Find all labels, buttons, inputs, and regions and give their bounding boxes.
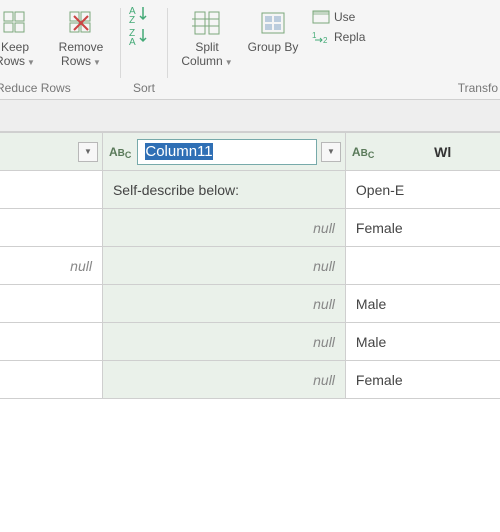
table-cell[interactable] <box>345 247 500 285</box>
table-cell[interactable]: null <box>102 285 345 323</box>
svg-text:2: 2 <box>323 36 328 44</box>
table-cell[interactable]: null <box>102 361 345 399</box>
small-button-stack: Use 12 Repla <box>308 4 369 50</box>
table-cell[interactable]: Female <box>345 361 500 399</box>
table-cell[interactable]: null <box>102 247 345 285</box>
ribbon-group-transform: Split Column▼ Group By Use 12 Repla Tran… <box>174 0 500 99</box>
table-cell[interactable]: Male <box>345 285 500 323</box>
table-cell[interactable] <box>0 323 102 361</box>
filter-button[interactable]: ▼ <box>321 142 341 162</box>
column-header[interactable]: ABC Wl <box>345 133 500 171</box>
sort-asc-button[interactable]: AZ <box>129 4 151 24</box>
filter-button[interactable]: ▼ <box>78 142 98 162</box>
column-rename-input[interactable] <box>142 142 312 161</box>
ribbon-group-sort: AZ ZA Sort <box>127 0 161 99</box>
table-cell[interactable] <box>0 285 102 323</box>
keep-rows-icon <box>2 6 28 40</box>
table-cell[interactable]: null <box>0 247 102 285</box>
table-cell[interactable]: null <box>102 323 345 361</box>
svg-text:A: A <box>129 37 136 46</box>
abc-type-icon: ABC <box>107 145 133 159</box>
group-label-sort: Sort <box>127 79 161 99</box>
abc-type-icon: ABC <box>350 145 376 159</box>
use-headers-icon <box>312 10 330 24</box>
table-cell[interactable]: Open-E <box>345 171 500 209</box>
table-area: ▼ ABC ▼ ABC Wl Self-describe below: <box>0 132 500 532</box>
formula-bar-area <box>0 100 500 132</box>
group-by-icon <box>258 6 288 40</box>
column-header-editing[interactable]: ABC ▼ <box>102 133 345 171</box>
sort-asc-icon: AZ <box>129 4 151 24</box>
split-column-icon <box>192 6 222 40</box>
split-column-button[interactable]: Split Column▼ <box>176 4 238 72</box>
remove-rows-button[interactable]: Remove Rows▼ <box>50 4 112 72</box>
svg-text:Z: Z <box>129 15 135 24</box>
data-table: ▼ ABC ▼ ABC Wl Self-describe below: <box>0 132 500 399</box>
sort-desc-button[interactable]: ZA <box>129 26 151 46</box>
sort-desc-icon: ZA <box>129 26 151 46</box>
column-header-label: Wl <box>380 144 500 160</box>
column-header[interactable]: ▼ <box>0 133 102 171</box>
use-headers-button[interactable]: Use <box>310 8 367 26</box>
table-cell[interactable]: Female <box>345 209 500 247</box>
table-cell[interactable] <box>0 171 102 209</box>
table-cell[interactable]: Self-describe below: <box>102 171 345 209</box>
table-cell[interactable] <box>0 361 102 399</box>
keep-rows-button[interactable]: Keep Rows▼ <box>0 4 46 72</box>
replace-values-icon: 12 <box>312 30 330 44</box>
table-cell[interactable]: Male <box>345 323 500 361</box>
ribbon: Keep Rows▼ Remove Rows▼ Reduce Rows AZ Z… <box>0 0 500 100</box>
table-cell[interactable] <box>0 209 102 247</box>
ribbon-divider <box>120 8 121 78</box>
ribbon-divider <box>167 8 168 78</box>
remove-rows-icon <box>68 6 94 40</box>
group-label-transform: Transfo <box>174 79 500 99</box>
ribbon-group-reduce-rows: Keep Rows▼ Remove Rows▼ Reduce Rows <box>0 0 114 99</box>
replace-values-button[interactable]: 12 Repla <box>310 28 367 46</box>
group-by-button[interactable]: Group By <box>242 4 304 56</box>
group-label-reduce-rows: Reduce Rows <box>0 79 114 99</box>
table-cell[interactable]: null <box>102 209 345 247</box>
svg-text:1: 1 <box>312 31 317 40</box>
